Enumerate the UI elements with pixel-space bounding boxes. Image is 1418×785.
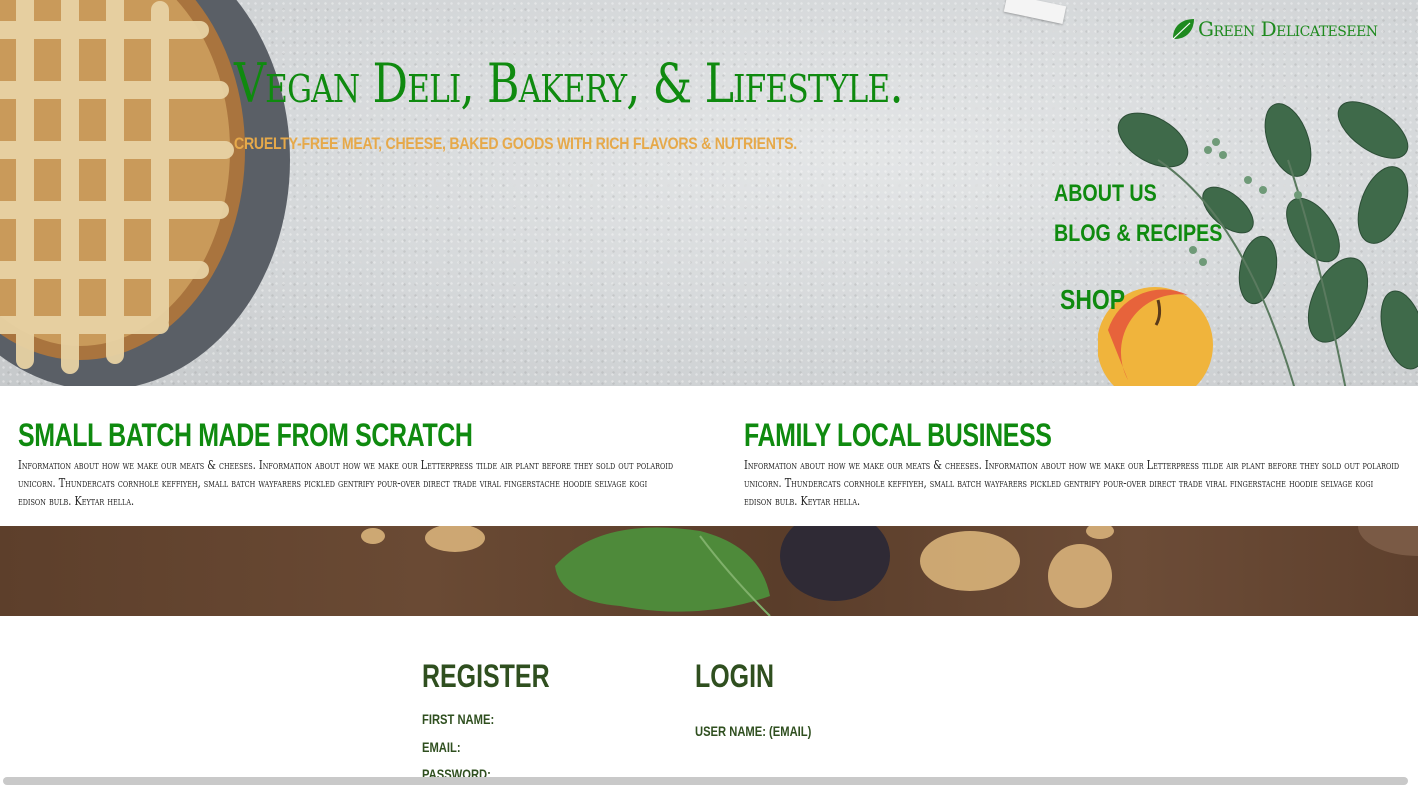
feature-text: Information about how we make our meats … <box>744 458 1400 508</box>
feature-heading: Family Local Business <box>744 417 1052 453</box>
feature-small-batch: Small Batch Made From Scratch Informatio… <box>18 416 678 510</box>
feature-text: Information about how we make our meats … <box>18 458 674 508</box>
food-band-image <box>0 526 1418 616</box>
register-title: Register <box>422 658 550 694</box>
first-name-field[interactable]: First Name: <box>422 711 494 727</box>
page-subtitle: Cruelty-free meat, cheese, baked goods w… <box>234 134 797 153</box>
page-title: Vegan Deli, Bakery, & Lifestyle. <box>234 52 904 115</box>
brand-logo-link[interactable]: Green Delicateseen <box>1170 16 1378 42</box>
brand-name: Green Delicateseen <box>1198 17 1378 41</box>
feature-heading: Small Batch Made From Scratch <box>18 417 473 453</box>
nav-link-about-us[interactable]: About Us <box>1054 180 1157 208</box>
hero-banner: Green Delicateseen Vegan Deli, Bakery, &… <box>0 0 1418 386</box>
nav-link-shop[interactable]: Shop <box>1060 284 1125 316</box>
nav-link-blog-recipes[interactable]: Blog & Recipes <box>1054 220 1222 248</box>
email-field[interactable]: Email: <box>422 739 461 755</box>
account-forms: Register First Name: Email: Password: Lo… <box>0 616 1418 785</box>
username-email-field[interactable]: User Name: (email) <box>695 723 811 739</box>
login-title: Login <box>695 658 775 694</box>
horizontal-scrollbar[interactable] <box>3 777 1408 785</box>
features-section: Small Batch Made From Scratch Informatio… <box>0 386 1418 526</box>
feature-family-business: Family Local Business Information about … <box>744 416 1404 510</box>
leaf-icon <box>1172 19 1194 40</box>
